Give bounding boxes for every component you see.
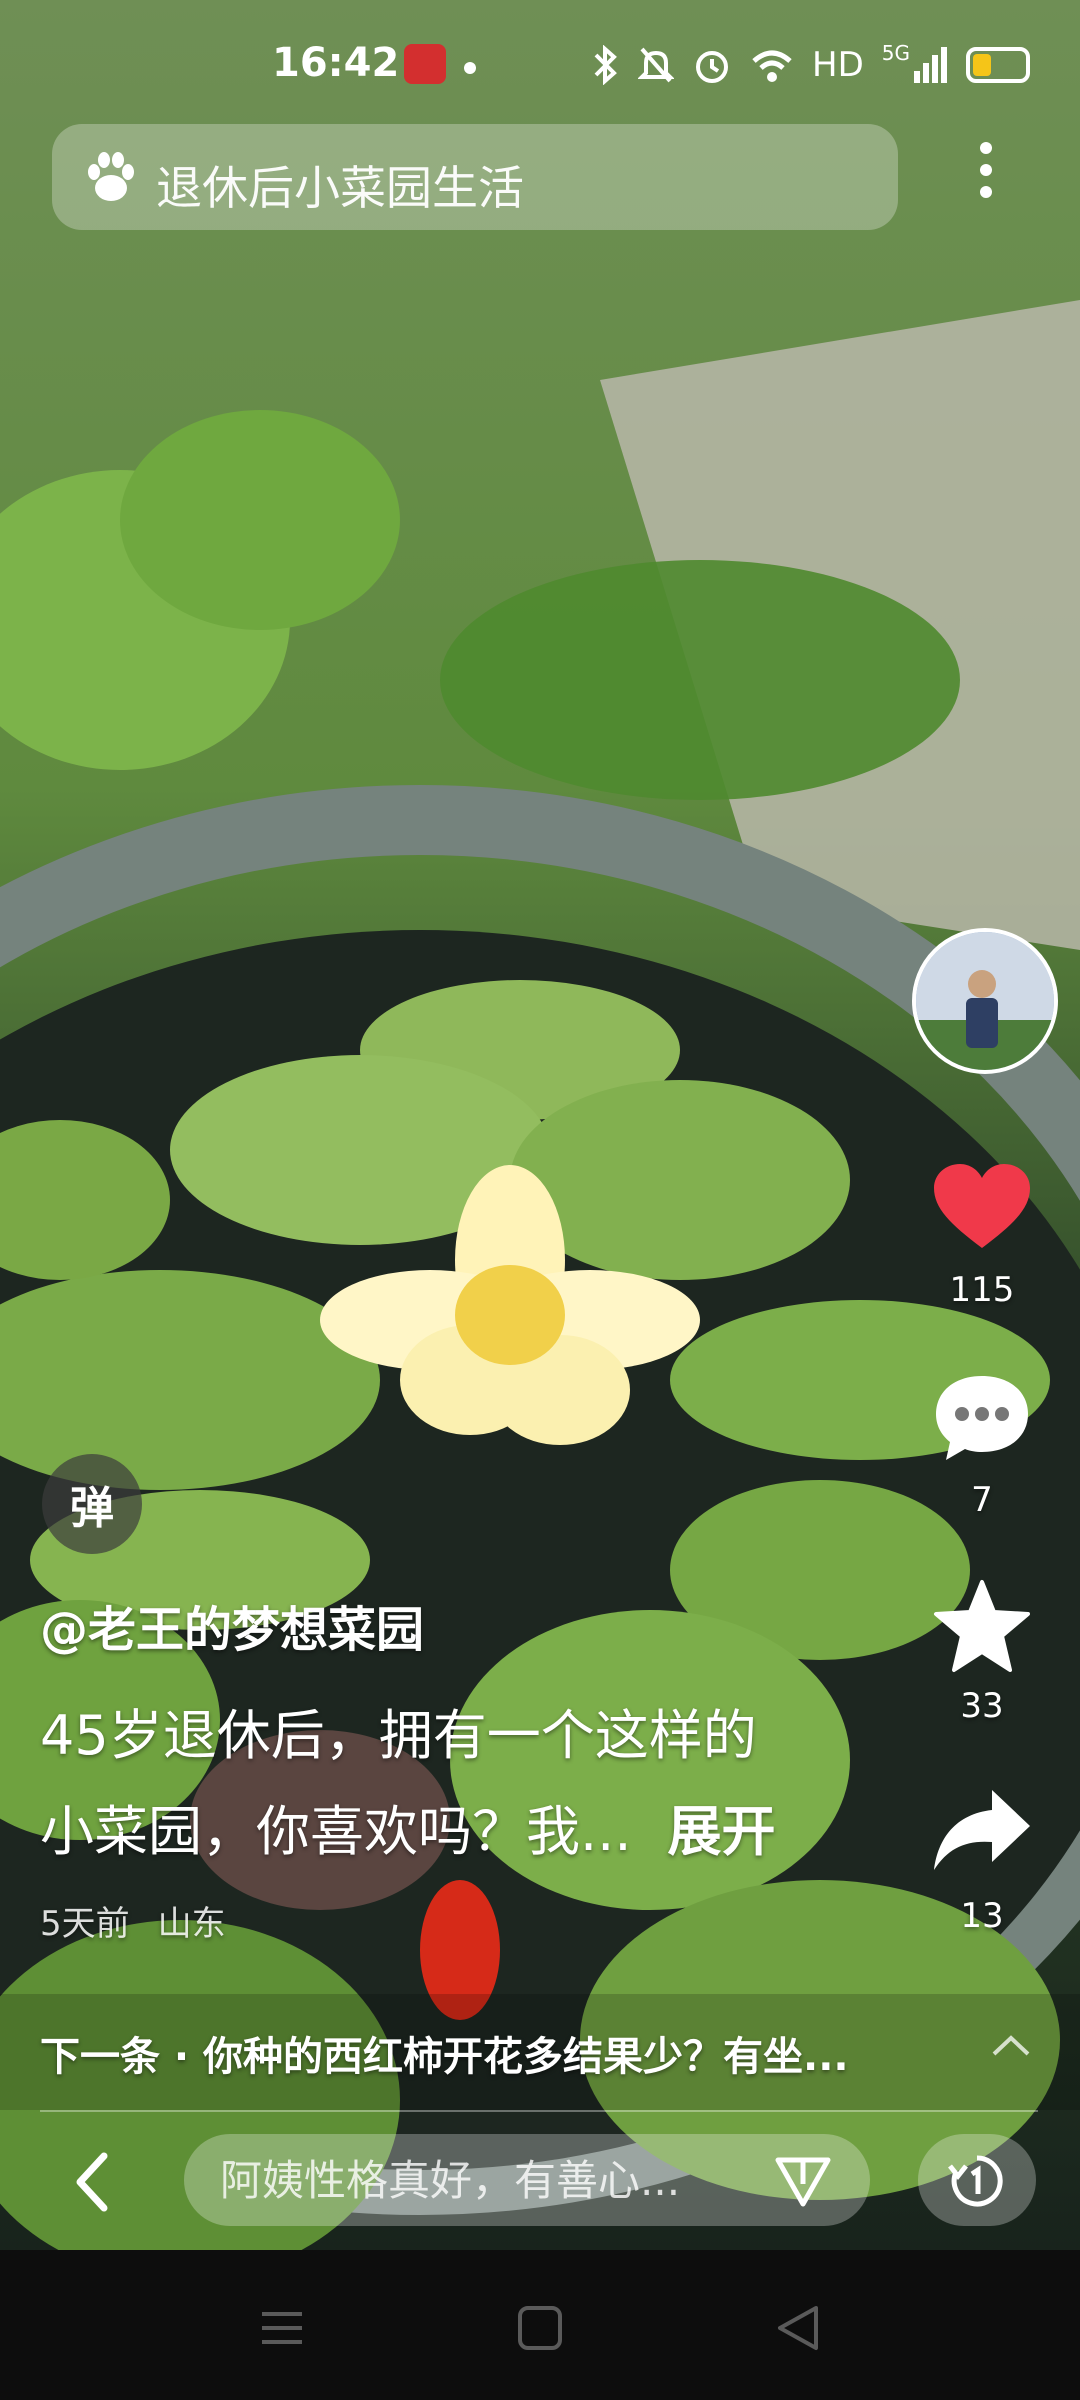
status-time: 16:42 bbox=[272, 40, 400, 86]
like-icon[interactable] bbox=[930, 1160, 1034, 1256]
avatar-image bbox=[916, 932, 1054, 1070]
share-count: 13 bbox=[960, 1896, 1004, 1936]
danmaku-toggle-button[interactable]: 弹 bbox=[42, 1454, 142, 1554]
post-meta: 5天前 山东 bbox=[40, 1896, 226, 1945]
bluetooth-icon bbox=[594, 45, 617, 85]
replay-button[interactable] bbox=[918, 2134, 1036, 2226]
more-options-icon[interactable] bbox=[966, 142, 1006, 206]
app-notification-icon bbox=[404, 44, 446, 84]
send-icon[interactable] bbox=[774, 2154, 832, 2208]
comment-input[interactable] bbox=[184, 2134, 870, 2226]
favorite-count: 33 bbox=[960, 1686, 1004, 1726]
post-location: 山东 bbox=[157, 1904, 226, 1944]
signal-icon bbox=[913, 47, 947, 83]
status-bar: 16:42 HD 5G bbox=[0, 0, 1080, 130]
post-caption: 45岁退休后，拥有一个这样的 小菜园，你喜欢吗？我... 展开 bbox=[40, 1688, 860, 1880]
divider bbox=[40, 2110, 1038, 2112]
back-icon[interactable] bbox=[770, 2300, 826, 2356]
network-label: HD bbox=[812, 45, 864, 85]
post-time: 5天前 bbox=[40, 1904, 130, 1944]
alarm-icon bbox=[696, 51, 728, 83]
author-avatar[interactable] bbox=[912, 928, 1058, 1074]
author-handle[interactable]: @老王的梦想菜园 bbox=[40, 1590, 424, 1660]
replay-one-icon bbox=[948, 2155, 1003, 2207]
next-video-title: 下一条 · 你种的西红柿开花多结果少？有坐... bbox=[40, 2034, 849, 2080]
notification-dot-icon bbox=[464, 62, 476, 74]
menu-icon[interactable] bbox=[254, 2300, 310, 2356]
wifi-icon bbox=[752, 50, 792, 82]
comment-count: 7 bbox=[971, 1480, 993, 1520]
paw-icon bbox=[88, 152, 134, 201]
status-icons: HD 5G bbox=[590, 40, 1030, 90]
mute-icon bbox=[638, 47, 674, 83]
system-nav-bar bbox=[0, 2250, 1080, 2400]
next-video-bar[interactable]: 下一条 · 你种的西红柿开花多结果少？有坐... bbox=[0, 1994, 1080, 2110]
expand-caption-link[interactable]: 展开 bbox=[668, 1800, 776, 1863]
favorite-star-icon[interactable] bbox=[930, 1578, 1034, 1674]
danmaku-label: 弹 bbox=[70, 1483, 114, 1534]
back-arrow-icon[interactable] bbox=[60, 2146, 132, 2218]
home-icon[interactable] bbox=[512, 2300, 568, 2356]
search-bar[interactable]: 退休后小菜园生活 bbox=[52, 124, 898, 230]
chevron-up-icon[interactable] bbox=[990, 2030, 1032, 2060]
caption-line-1: 45岁退休后，拥有一个这样的 bbox=[40, 1704, 757, 1767]
comment-icon[interactable] bbox=[930, 1370, 1034, 1466]
like-count: 115 bbox=[949, 1270, 1015, 1310]
caption-line-2: 小菜园，你喜欢吗？我... bbox=[40, 1800, 632, 1863]
signal-label: 5G bbox=[881, 41, 910, 65]
share-icon[interactable] bbox=[930, 1782, 1034, 1878]
search-query: 退休后小菜园生活 bbox=[156, 161, 524, 215]
battery-icon bbox=[965, 47, 1030, 83]
